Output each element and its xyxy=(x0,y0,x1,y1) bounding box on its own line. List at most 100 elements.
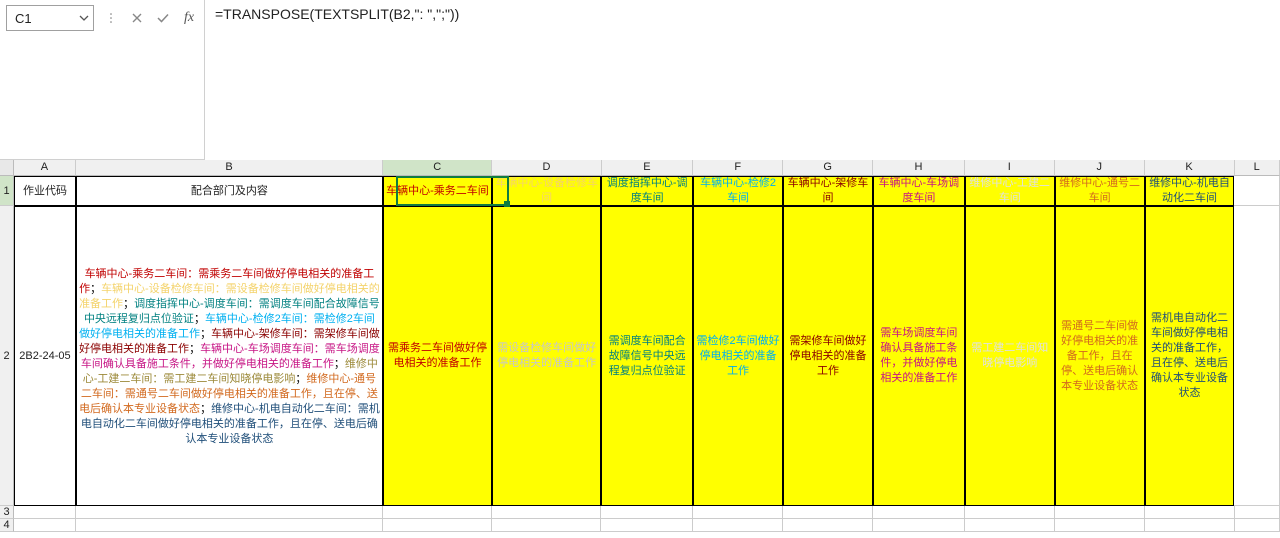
cell-C2[interactable]: 需乘务二车间做好停电相关的准备工作 xyxy=(383,206,492,506)
cell-F2[interactable]: 需检修2车间做好停电相关的准备工作 xyxy=(693,206,783,506)
cell-J4[interactable] xyxy=(1055,519,1145,532)
cell-J3[interactable] xyxy=(1055,506,1145,519)
cell-D1[interactable]: 车辆中心-设备检修车间 xyxy=(492,176,601,206)
cell-D3[interactable] xyxy=(492,506,601,519)
cell-F3[interactable] xyxy=(693,506,783,519)
value-A2: 2B2-24-05 xyxy=(19,349,70,364)
row-header-3[interactable]: 3 xyxy=(0,506,14,519)
row-header-2[interactable]: 2 xyxy=(0,206,14,506)
cell-B4[interactable] xyxy=(76,519,383,532)
cell-I1[interactable]: 维修中心-工建二车间 xyxy=(965,176,1055,206)
cell-E2[interactable]: 需调度车间配合故障信号中央远程复归点位验证 xyxy=(601,206,693,506)
accept-formula-icon[interactable] xyxy=(154,9,172,27)
cell-K4[interactable] xyxy=(1145,519,1235,532)
b2-segment: ； xyxy=(194,313,205,325)
cell-H3[interactable] xyxy=(873,506,965,519)
cell-H2[interactable]: 需车场调度车间确认具备施工条件，并做好停电相关的准备工作 xyxy=(873,206,965,506)
cell-I2[interactable]: 需工建二车间知晓停电影响 xyxy=(965,206,1055,506)
col-header-F[interactable]: F xyxy=(693,160,783,176)
cell-L3[interactable] xyxy=(1235,506,1280,519)
cell-B2[interactable]: 车辆中心-乘务二车间：需乘务二车间做好停电相关的准备工作；车辆中心-设备检修车间… xyxy=(76,206,383,506)
formula-bar: C1 fx =TRANSPOSE(TEXTSPLIT(B2,": ",";")) xyxy=(0,0,1280,160)
row-header-1[interactable]: 1 xyxy=(0,176,14,206)
cell-K2[interactable]: 需机电自动化二车间做好停电相关的准备工作，且在停、送电后确认本专业设备状态 xyxy=(1145,206,1235,506)
table-row: 2B2-24-05 车辆中心-乘务二车间：需乘务二车间做好停电相关的准备工作；车… xyxy=(14,206,1280,506)
cell-B1[interactable]: 配合部门及内容 xyxy=(76,176,383,206)
formula-input-area[interactable]: =TRANSPOSE(TEXTSPLIT(B2,": ",";")) xyxy=(204,0,1280,160)
value-F2: 需检修2车间做好停电相关的准备工作 xyxy=(696,334,780,379)
cell-H1[interactable]: 车辆中心-车场调度车间 xyxy=(873,176,965,206)
cell-A4[interactable] xyxy=(14,519,76,532)
value-K2: 需机电自动化二车间做好停电相关的准备工作，且在停、送电后确认本专业设备状态 xyxy=(1148,311,1232,401)
col-header-D[interactable]: D xyxy=(492,160,601,176)
cell-C4[interactable] xyxy=(383,519,492,532)
table-row: 作业代码 配合部门及内容 车辆中心-乘务二车间 车辆中心-设备检修车间 调度指挥… xyxy=(14,176,1280,206)
chevron-down-icon[interactable] xyxy=(79,13,89,23)
cell-E1[interactable]: 调度指挥中心-调度车间 xyxy=(601,176,693,206)
cell-A1[interactable]: 作业代码 xyxy=(14,176,76,206)
cell-B3[interactable] xyxy=(76,506,383,519)
row-headers: 1 2 3 4 xyxy=(0,176,14,532)
cell-H4[interactable] xyxy=(873,519,965,532)
b2-segment: ； xyxy=(189,343,200,355)
col-header-C[interactable]: C xyxy=(383,160,492,176)
col-header-G[interactable]: G xyxy=(783,160,873,176)
header-C: 车辆中心-乘务二车间 xyxy=(386,184,489,199)
cell-C1[interactable]: 车辆中心-乘务二车间 xyxy=(383,176,492,206)
value-G2: 需架修车间做好停电相关的准备工作 xyxy=(786,334,870,379)
cell-J1[interactable]: 维修中心-通号二车间 xyxy=(1055,176,1145,206)
cell-G2[interactable]: 需架修车间做好停电相关的准备工作 xyxy=(783,206,873,506)
header-E: 调度指挥中心-调度车间 xyxy=(604,176,690,206)
col-header-A[interactable]: A xyxy=(14,160,76,176)
table-row xyxy=(14,519,1280,532)
header-J: 维修中心-通号二车间 xyxy=(1058,176,1142,206)
cell-I4[interactable] xyxy=(965,519,1055,532)
col-header-K[interactable]: K xyxy=(1145,160,1235,176)
table-row xyxy=(14,506,1280,519)
spreadsheet-grid: A B C D E F G H I J K L 1 2 3 4 作业代码 配合部… xyxy=(0,160,1280,538)
col-header-E[interactable]: E xyxy=(602,160,694,176)
col-header-I[interactable]: I xyxy=(965,160,1055,176)
b2-segment: ； xyxy=(90,283,101,295)
cell-K3[interactable] xyxy=(1145,506,1235,519)
cell-L2[interactable] xyxy=(1234,206,1280,506)
cell-L4[interactable] xyxy=(1235,519,1280,532)
cancel-formula-icon[interactable] xyxy=(128,9,146,27)
header-F: 车辆中心-检修2车间 xyxy=(696,176,780,206)
header-B: 配合部门及内容 xyxy=(191,184,268,199)
cell-A3[interactable] xyxy=(14,506,76,519)
cell-K1[interactable]: 维修中心-机电自动化二车间 xyxy=(1145,176,1235,206)
cell-D4[interactable] xyxy=(492,519,601,532)
col-header-L[interactable]: L xyxy=(1235,160,1280,176)
cell-F4[interactable] xyxy=(693,519,783,532)
col-header-B[interactable]: B xyxy=(76,160,383,176)
cell-L1[interactable] xyxy=(1234,176,1280,206)
cell-D2[interactable]: 需设备检修车间做好停电相关的准备工作 xyxy=(492,206,601,506)
value-H2: 需车场调度车间确认具备施工条件，并做好停电相关的准备工作 xyxy=(876,326,962,386)
cell-C3[interactable] xyxy=(383,506,492,519)
cell-F1[interactable]: 车辆中心-检修2车间 xyxy=(693,176,783,206)
cell-J2[interactable]: 需通号二车间做好停电相关的准备工作，且在停、送电后确认本专业设备状态 xyxy=(1055,206,1145,506)
header-G: 车辆中心-架修车间 xyxy=(786,176,870,206)
cell-G4[interactable] xyxy=(783,519,873,532)
row-header-4[interactable]: 4 xyxy=(0,519,14,532)
name-box[interactable]: C1 xyxy=(6,5,94,31)
b2-segment: ； xyxy=(334,358,345,370)
formula-text: =TRANSPOSE(TEXTSPLIT(B2,": ",";")) xyxy=(205,0,1280,28)
cell-I3[interactable] xyxy=(965,506,1055,519)
cell-A2[interactable]: 2B2-24-05 xyxy=(14,206,76,506)
col-header-H[interactable]: H xyxy=(873,160,965,176)
cell-area: 作业代码 配合部门及内容 车辆中心-乘务二车间 车辆中心-设备检修车间 调度指挥… xyxy=(14,176,1280,538)
select-all-corner[interactable] xyxy=(0,160,14,176)
cell-G3[interactable] xyxy=(783,506,873,519)
col-header-J[interactable]: J xyxy=(1055,160,1145,176)
cell-E3[interactable] xyxy=(601,506,693,519)
vertical-divider-icon xyxy=(102,9,120,27)
fx-icon[interactable]: fx xyxy=(180,9,198,27)
b2-segment: ； xyxy=(200,403,211,415)
cell-E4[interactable] xyxy=(601,519,693,532)
b2-segment: ； xyxy=(295,373,306,385)
name-box-value: C1 xyxy=(15,11,32,26)
value-C2: 需乘务二车间做好停电相关的准备工作 xyxy=(386,341,489,371)
cell-G1[interactable]: 车辆中心-架修车间 xyxy=(783,176,873,206)
